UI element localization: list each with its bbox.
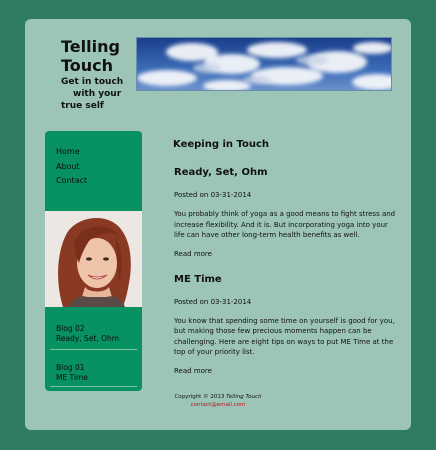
sky-banner-image — [136, 37, 392, 91]
main-content: Keeping in Touch Ready, Set, Ohm Posted … — [173, 138, 397, 376]
tagline-line-2: with your — [73, 89, 122, 99]
blog-post: ME Time Posted on 03-31-2014 You know th… — [174, 273, 397, 376]
nav-contact[interactable]: Contact — [56, 174, 87, 189]
post-excerpt: You probably think of yoga as a good mea… — [174, 210, 396, 239]
section-title: Keeping in Touch — [173, 139, 270, 150]
post-date: Posted on 03-31-2014 — [174, 191, 252, 199]
site-title: Telling Touch — [61, 37, 120, 75]
profile-photo — [45, 211, 142, 307]
main-nav: Home About Contact — [56, 145, 87, 189]
nav-home[interactable]: Home — [56, 145, 87, 160]
nav-about[interactable]: About — [56, 160, 87, 175]
footer-owner: Telling Touch — [226, 394, 262, 400]
post-title: Ready, Set, Ohm — [174, 167, 268, 178]
tagline-line-1: Get in touch — [61, 77, 124, 87]
post-excerpt: You know that spending some time on your… — [174, 316, 395, 357]
sidebar-divider — [50, 349, 137, 350]
sidebar: Home About Contact Blog 02 Ready, Set, O… — [45, 131, 142, 391]
sidebar-post-subtitle: ME Time — [56, 373, 88, 382]
footer-email-link[interactable]: contact@email.com — [25, 401, 411, 409]
footer-copyright: Copyright © 2013 — [174, 394, 225, 400]
sidebar-post-title: Blog 02 — [56, 324, 85, 333]
post-title: ME Time — [174, 273, 222, 285]
sidebar-post-blog-01[interactable]: Blog 01 ME Time — [56, 363, 88, 383]
sidebar-post-subtitle: Ready, Set, Ohm — [56, 334, 120, 343]
sidebar-post-blog-02[interactable]: Blog 02 Ready, Set, Ohm — [56, 324, 119, 344]
page-container: Telling Touch Get in touch with your tru… — [25, 19, 411, 430]
sidebar-divider — [50, 386, 137, 387]
sidebar-post-title: Blog 01 — [56, 363, 85, 372]
post-date: Posted on 03-31-2014 — [174, 297, 252, 306]
tagline-line-3: true self — [61, 101, 104, 111]
blog-post: Ready, Set, Ohm Posted on 03-31-2014 You… — [174, 166, 397, 259]
read-more-link[interactable]: Read more — [174, 249, 397, 259]
site-tagline: Get in touch with your true self — [61, 76, 141, 112]
read-more-link[interactable]: Read more — [174, 366, 397, 376]
footer: Copyright © 2013 Telling Touch contact@e… — [25, 393, 411, 409]
